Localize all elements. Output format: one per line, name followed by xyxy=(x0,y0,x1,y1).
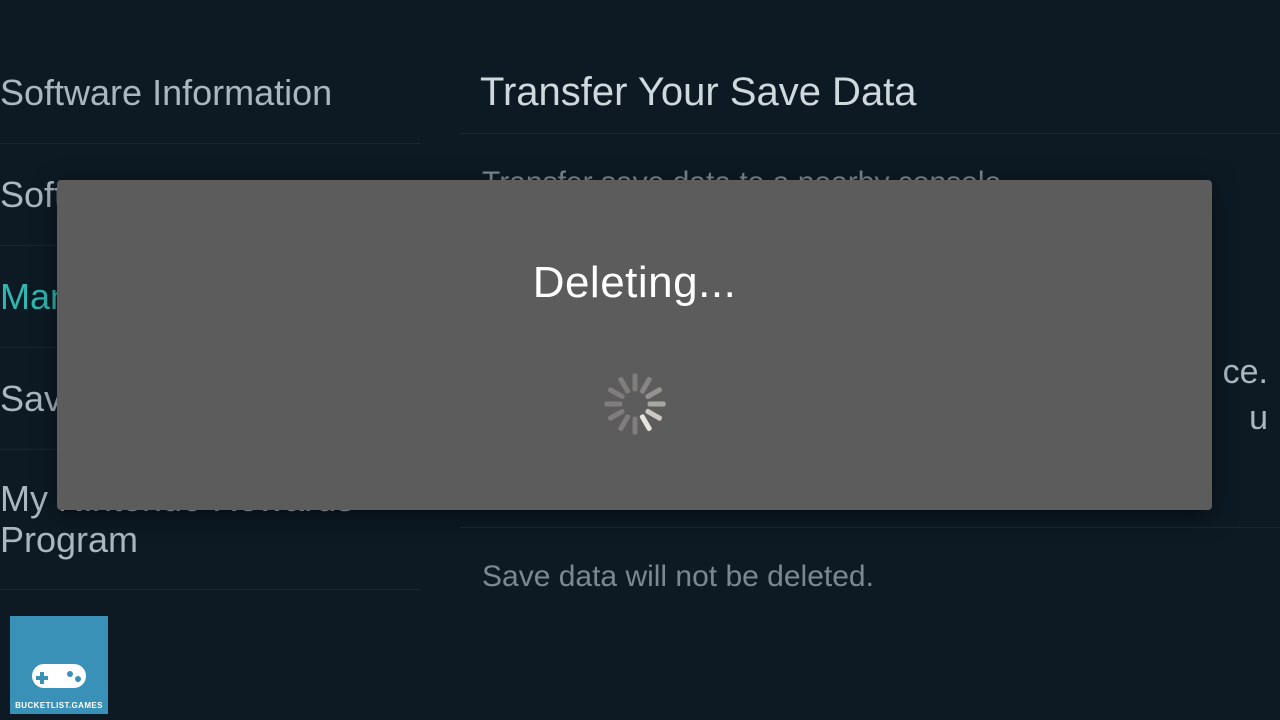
gamepad-icon xyxy=(30,659,88,693)
fragment-line: u xyxy=(1249,399,1268,437)
sidebar-item-label: Software Information xyxy=(0,72,332,113)
truncated-text-fragment: ce. u xyxy=(1223,350,1268,442)
deleting-modal: Deleting... xyxy=(57,180,1212,510)
fragment-line: ce. xyxy=(1223,353,1268,391)
watermark-text: BUCKETLIST.GAMES xyxy=(15,701,103,710)
watermark-logo: BUCKETLIST.GAMES xyxy=(10,616,108,714)
section-body-delete-software: Save data will not be deleted. xyxy=(460,528,1280,658)
sidebar-item-software-information[interactable]: Software Information xyxy=(0,0,420,144)
modal-message: Deleting... xyxy=(533,258,737,308)
loading-spinner-icon xyxy=(597,366,673,442)
section-title-transfer: Transfer Your Save Data xyxy=(460,0,1280,134)
